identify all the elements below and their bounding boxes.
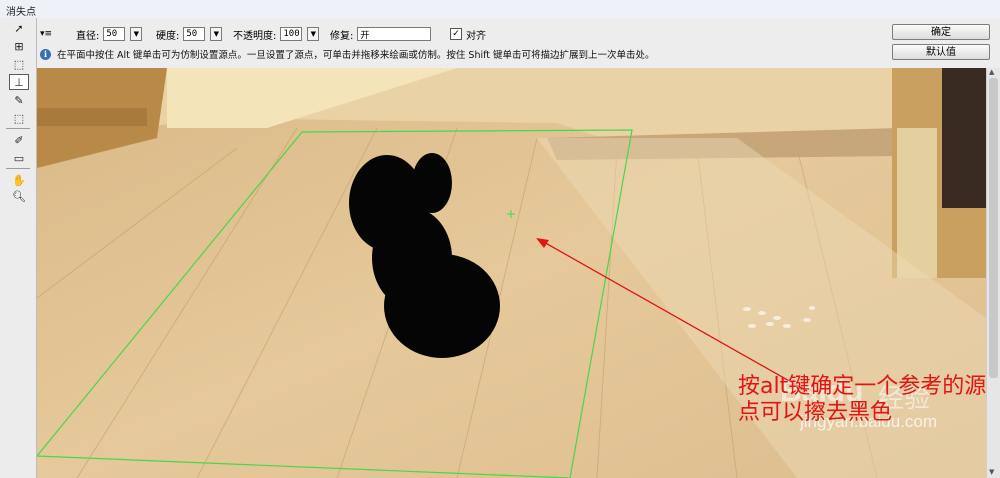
info-bar: i 在平面中按住 Alt 键单击可为仿制设置源点。一旦设置了源点，可单击并拖移来… [40,46,655,62]
window-title: 消失点 [6,7,36,18]
create-plane-tool-icon[interactable]: ⊞ [9,38,29,54]
stamp-tool-icon[interactable]: ⊥ [9,74,29,90]
default-button[interactable]: 默认值 [892,44,990,60]
hand-tool-icon[interactable]: ✋ [9,172,29,188]
tool-divider [6,128,30,129]
opacity-control: 不透明度: 100 ▼ [233,27,320,42]
tool-divider [6,168,30,169]
scroll-down-icon[interactable]: ▼ [989,468,994,476]
diameter-dropdown-icon[interactable]: ▼ [130,27,143,41]
scroll-thumb[interactable] [989,78,998,378]
scroll-up-icon[interactable]: ▲ [989,68,994,76]
hardness-control: 硬度: 50 ▼ [156,27,223,42]
marquee-tool-icon[interactable]: ⬚ [9,56,29,72]
zoom-tool-icon[interactable]: 🔍︎ [9,188,29,204]
tool-preset-picker[interactable]: ▾≡ [40,27,52,41]
info-text: 在平面中按住 Alt 键单击可为仿制设置源点。一旦设置了源点，可单击并拖移来绘画… [57,50,655,61]
hardness-label: 硬度: [156,30,180,42]
heal-label: 修复: [330,30,354,42]
brush-preset-icon: ▾≡ [40,29,53,39]
heal-select[interactable]: 开 [357,27,432,41]
align-label: 对齐 [466,30,486,42]
ok-button[interactable]: 确定 [892,24,990,40]
tool-panel: ➚ ⊞ ⬚ ⊥ ✎ ⬚ ✐ ▭ ✋ 🔍︎ [0,18,37,478]
transform-tool-icon[interactable]: ⬚ [9,110,29,126]
opacity-input[interactable]: 100 [280,27,303,41]
diameter-label: 直径: [76,30,100,42]
opacity-label: 不透明度: [233,30,277,42]
info-icon: i [40,48,51,60]
align-control[interactable]: ✓ 对齐 [450,27,486,42]
hardness-dropdown-icon[interactable]: ▼ [210,27,223,41]
heal-control: 修复: 开 ▼ [330,27,433,42]
edit-plane-tool-icon[interactable]: ➚ [9,20,29,36]
title-bar: 消失点 [0,0,1000,19]
diameter-input[interactable]: 50 [103,27,126,41]
brush-tool-icon[interactable]: ✎ [9,92,29,108]
measure-tool-icon[interactable]: ▭ [9,150,29,166]
annotation-text: 按alt键确定一个参考的源点可以擦去黑色 [738,374,987,425]
eyedropper-tool-icon[interactable]: ✐ [9,132,29,148]
opacity-dropdown-icon[interactable]: ▼ [307,27,320,41]
diameter-control: 直径: 50 ▼ [76,27,143,42]
hardness-input[interactable]: 50 [183,27,206,41]
align-checkbox[interactable]: ✓ [450,28,462,40]
vertical-scrollbar[interactable]: ▲ ▼ [986,68,1000,478]
